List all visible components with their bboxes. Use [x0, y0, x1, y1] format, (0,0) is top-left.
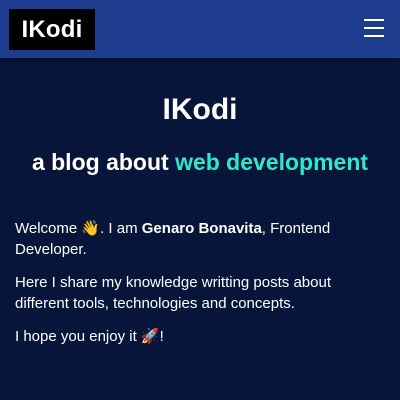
navbar: IKodi: [0, 0, 400, 58]
intro-text: Welcome 👋. I am Genaro Bonavita, Fronten…: [15, 218, 355, 359]
tagline: a blog about web development: [0, 146, 400, 178]
welcome-paragraph: Welcome 👋. I am Genaro Bonavita, Fronten…: [15, 218, 355, 260]
tagline-prefix: a blog about: [31, 149, 176, 175]
tagline-accent: web development: [175, 149, 369, 175]
logo-link[interactable]: IKodi: [9, 9, 95, 50]
hamburger-menu-icon[interactable]: [362, 16, 386, 40]
welcome-prefix: Welcome 👋. I am: [15, 220, 142, 237]
main-content: IKodi a blog about web development Welco…: [0, 58, 400, 400]
closing-paragraph: I hope you enjoy it 🚀!: [15, 328, 164, 345]
author-name: Genaro Bonavita: [141, 220, 262, 237]
about-paragraph: Here I share my knowledge writting posts…: [15, 274, 331, 312]
logo-text: IKodi: [21, 15, 83, 43]
site-title: IKodi: [162, 93, 238, 126]
